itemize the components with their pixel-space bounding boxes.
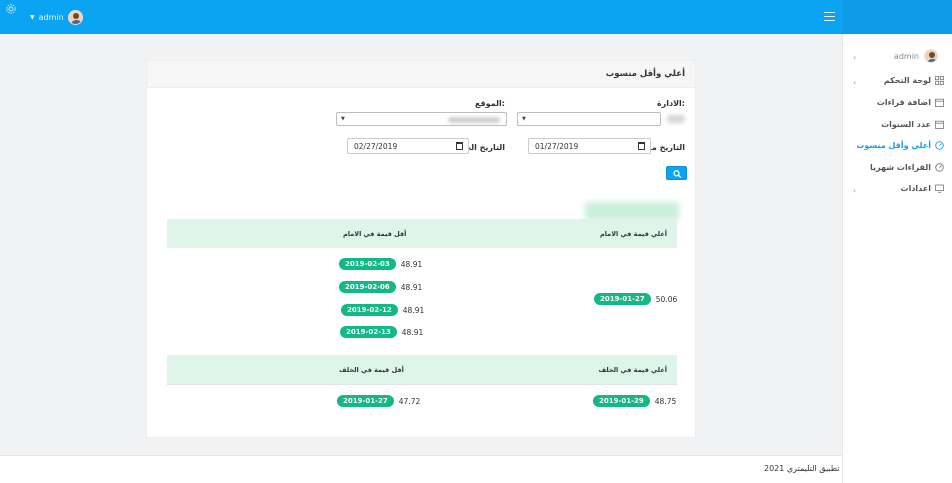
gauge-icon xyxy=(935,163,944,172)
sidebar-username: admin xyxy=(893,51,919,61)
chevron-down-icon: ▼ xyxy=(30,13,35,21)
footer-year: 2021 xyxy=(764,464,785,473)
sidebar-item-add-readings[interactable]: اضافة قراءات xyxy=(877,98,944,107)
location-select[interactable]: ▼ xyxy=(336,112,507,126)
reading-value: 50.06 xyxy=(655,294,678,304)
sidebar-item-settings[interactable]: اعدادات xyxy=(901,184,944,193)
department-select[interactable]: ▼ xyxy=(517,112,661,126)
caret-down-icon: ▼ xyxy=(522,116,526,122)
grid-icon xyxy=(935,76,944,85)
calendar-icon[interactable] xyxy=(638,142,645,150)
chevron-left-icon[interactable]: ‹ xyxy=(853,78,856,87)
date-badge: 2019-02-13 xyxy=(340,326,397,338)
brand-area xyxy=(842,0,952,34)
sidebar-item-label: اعدادات xyxy=(900,184,931,193)
front-min-entry: 2019-02-06 48.91 xyxy=(339,281,422,293)
top-navbar: ▼ admin xyxy=(0,0,952,34)
front-max-entry: 2019-01-27 50.06 xyxy=(594,293,677,305)
menu-toggle-icon[interactable] xyxy=(824,12,835,21)
front-min-entry: 2019-02-03 48.91 xyxy=(339,258,422,270)
back-min-header: أقل قيمة في الخلف xyxy=(339,366,404,374)
date-to-value: 02/27/2019 xyxy=(354,142,398,151)
department-label: الادارة: xyxy=(656,99,685,108)
divider xyxy=(167,384,677,385)
sidebar-item-label: لوحة التحكم xyxy=(883,76,931,85)
caret-down-icon: ▼ xyxy=(341,116,345,122)
date-badge: 2019-01-29 xyxy=(593,395,650,407)
search-button[interactable] xyxy=(666,166,687,180)
sidebar-item-years[interactable]: عدد السنوات xyxy=(881,120,944,129)
front-min-entry: 2019-02-13 48.91 xyxy=(340,326,423,338)
user-name: admin xyxy=(38,12,64,22)
sidebar-item-label: اضافة قراءات xyxy=(876,98,931,107)
location-value-redacted xyxy=(448,117,500,123)
sidebar-item-dashboard[interactable]: لوحة التحكم xyxy=(884,76,944,85)
reading-value: 48.91 xyxy=(400,259,423,269)
back-max-header: أعلي قيمة في الخلف xyxy=(598,366,667,374)
location-label: الموقع: xyxy=(474,99,505,108)
user-menu-toggle[interactable]: ▼ admin xyxy=(30,9,83,25)
reading-value: 47.72 xyxy=(398,396,421,406)
sidebar-item-monthly-readings[interactable]: القراءات شهريا xyxy=(870,163,944,172)
department-value-redacted xyxy=(667,115,685,123)
sidebar-item-label: عدد السنوات xyxy=(881,120,931,129)
monitor-icon xyxy=(935,184,944,193)
avatar xyxy=(924,49,938,63)
date-to-input[interactable]: 02/27/2019 xyxy=(347,138,469,154)
footer-text: 2021 تطبيق التليمتري xyxy=(764,464,840,473)
reading-value: 48.91 xyxy=(400,282,423,292)
date-badge: 2019-01-27 xyxy=(594,293,651,305)
reading-value: 48.75 xyxy=(654,396,677,406)
calendar-icon xyxy=(935,98,944,107)
front-min-entry: 2019-02-12 48.91 xyxy=(341,304,424,316)
sidebar: admin ‹ لوحة التحكم ‹ اضافة قراءات عدد ا… xyxy=(842,34,952,483)
footer-app-name: تطبيق التليمتري xyxy=(786,464,840,473)
back-max-entry: 2019-01-29 48.75 xyxy=(593,395,676,407)
chevron-left-icon[interactable]: ‹ xyxy=(853,186,856,195)
reading-value: 48.91 xyxy=(402,305,425,315)
card-header: أعلي وأقل منسوب xyxy=(147,61,695,88)
reading-value: 48.91 xyxy=(401,327,424,337)
date-from-input[interactable]: 01/27/2019 xyxy=(528,138,651,154)
date-to-label: التاريخ الي xyxy=(462,143,505,152)
back-min-entry: 2019-01-27 47.72 xyxy=(337,395,420,407)
calendar-icon xyxy=(935,120,944,129)
front-table-header: أعلي قيمة في الامام أقل قيمة في الامام xyxy=(167,219,677,248)
date-from-value: 01/27/2019 xyxy=(535,142,579,151)
sidebar-item-label: القراءات شهريا xyxy=(869,163,931,172)
date-badge: 2019-01-27 xyxy=(337,395,394,407)
date-badge: 2019-02-03 xyxy=(339,258,396,270)
avatar xyxy=(67,9,83,25)
date-badge: 2019-02-12 xyxy=(341,304,398,316)
sidebar-item-high-low-level[interactable]: أعلي وأقل منسوب xyxy=(856,141,944,150)
sidebar-item-label: أعلي وأقل منسوب xyxy=(856,141,931,150)
location-name-redacted xyxy=(585,202,679,220)
date-badge: 2019-02-06 xyxy=(339,281,396,293)
report-card: أعلي وأقل منسوب الادارة: الموقع: ▼ ▼ الت… xyxy=(146,60,696,438)
page-title: أعلي وأقل منسوب xyxy=(605,69,685,79)
search-icon xyxy=(673,170,682,178)
footer: 2021 تطبيق التليمتري xyxy=(0,455,842,483)
back-table-header: أعلي قيمة في الخلف أقل قيمة في الخلف xyxy=(167,355,677,384)
gauge-icon xyxy=(935,141,944,150)
front-min-header: أقل قيمة في الامام xyxy=(343,230,407,238)
calendar-icon[interactable] xyxy=(456,142,463,150)
sidebar-user[interactable]: admin xyxy=(894,49,938,63)
chevron-left-icon[interactable]: ‹ xyxy=(853,53,856,62)
gear-icon[interactable] xyxy=(5,3,17,15)
front-max-header: أعلي قيمة في الامام xyxy=(599,230,667,238)
